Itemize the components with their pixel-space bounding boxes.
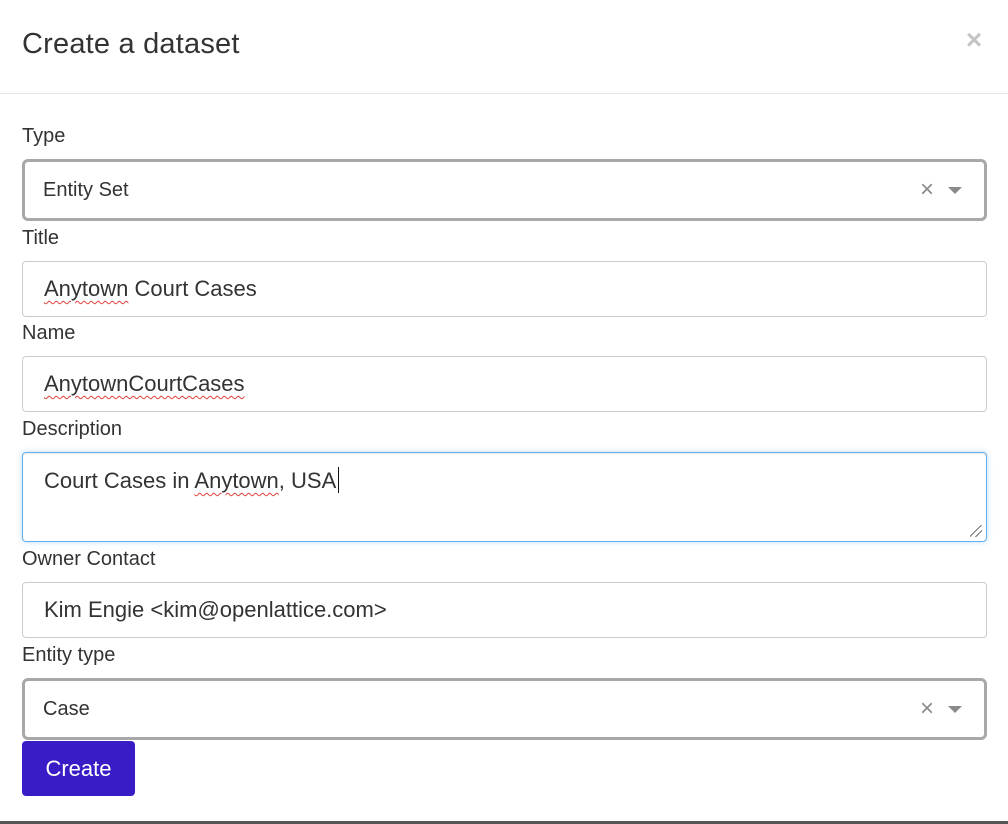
entity-type-clear-icon[interactable]: × [920, 695, 934, 723]
modal-title: Create a dataset [22, 28, 240, 60]
title-input[interactable]: Anytown Court Cases [22, 261, 987, 317]
type-select[interactable]: Entity Set × [22, 159, 987, 221]
create-button[interactable]: Create [22, 741, 135, 796]
title-value-rest: Court Cases [128, 276, 257, 301]
type-label: Type [22, 125, 66, 147]
name-label: Name [22, 322, 76, 344]
close-icon[interactable]: × [962, 26, 986, 54]
modal-header: Create a dataset × [0, 0, 1008, 94]
name-input[interactable]: AnytownCourtCases [22, 356, 987, 412]
owner-contact-value: Kim Engie <kim@openlattice.com> [44, 597, 387, 622]
entity-type-chevron-down-icon[interactable] [948, 706, 962, 713]
create-dataset-modal: Create a dataset × Type Entity Set × Tit… [0, 0, 1008, 824]
description-value-misspelled: Anytown [194, 468, 279, 493]
type-selected-value: Entity Set [43, 179, 129, 201]
description-label: Description [22, 418, 123, 440]
entity-type-select[interactable]: Case × [22, 678, 987, 740]
type-clear-icon[interactable]: × [920, 176, 934, 204]
description-value-part3: , USA [278, 468, 337, 493]
resize-handle-icon[interactable] [970, 525, 982, 537]
description-value-part1: Court Cases in [44, 468, 195, 493]
entity-type-selected-value: Case [43, 698, 90, 720]
entity-type-label: Entity type [22, 644, 116, 666]
description-textarea[interactable]: Court Cases in Anytown, USA [22, 452, 987, 542]
type-chevron-down-icon[interactable] [948, 187, 962, 194]
title-label: Title [22, 227, 60, 249]
owner-contact-input[interactable]: Kim Engie <kim@openlattice.com> [22, 582, 987, 638]
owner-contact-label: Owner Contact [22, 548, 156, 570]
text-cursor [338, 467, 340, 493]
title-value-misspelled: Anytown [44, 276, 129, 301]
name-value: AnytownCourtCases [44, 371, 245, 396]
